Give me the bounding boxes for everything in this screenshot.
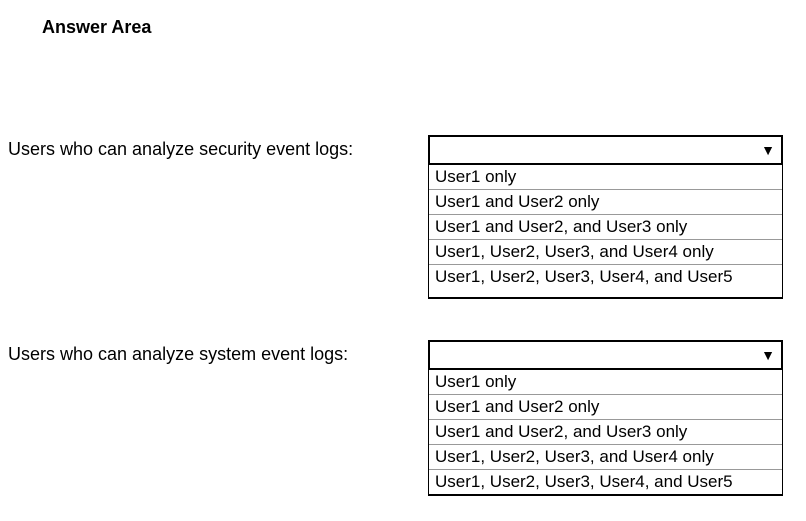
security-logs-options: User1 only User1 and User2 only User1 an… bbox=[428, 165, 783, 299]
option-item[interactable]: User1, User2, User3, User4, and User5 bbox=[429, 265, 782, 298]
dropdown-1-wrap: ▼ User1 only User1 and User2 only User1 … bbox=[428, 135, 783, 299]
option-item[interactable]: User1 and User2 only bbox=[429, 190, 782, 215]
option-item[interactable]: User1, User2, User3, and User4 only bbox=[429, 240, 782, 265]
question-1-block: Users who can analyze security event log… bbox=[8, 135, 783, 299]
chevron-down-icon: ▼ bbox=[761, 142, 775, 158]
question-2-label: Users who can analyze system event logs: bbox=[8, 340, 428, 365]
question-2-block: Users who can analyze system event logs:… bbox=[8, 340, 783, 496]
chevron-down-icon: ▼ bbox=[761, 347, 775, 363]
system-logs-options: User1 only User1 and User2 only User1 an… bbox=[428, 370, 783, 496]
security-logs-dropdown[interactable]: ▼ bbox=[428, 135, 783, 165]
option-item[interactable]: User1 only bbox=[429, 370, 782, 395]
option-item[interactable]: User1 and User2 only bbox=[429, 395, 782, 420]
system-logs-dropdown[interactable]: ▼ bbox=[428, 340, 783, 370]
dropdown-2-wrap: ▼ User1 only User1 and User2 only User1 … bbox=[428, 340, 783, 496]
option-item[interactable]: User1 and User2, and User3 only bbox=[429, 420, 782, 445]
option-item[interactable]: User1 and User2, and User3 only bbox=[429, 215, 782, 240]
question-1-label: Users who can analyze security event log… bbox=[8, 135, 428, 160]
option-item[interactable]: User1 only bbox=[429, 165, 782, 190]
option-item[interactable]: User1, User2, User3, User4, and User5 bbox=[429, 470, 782, 495]
option-item[interactable]: User1, User2, User3, and User4 only bbox=[429, 445, 782, 470]
page-title: Answer Area bbox=[42, 17, 794, 38]
